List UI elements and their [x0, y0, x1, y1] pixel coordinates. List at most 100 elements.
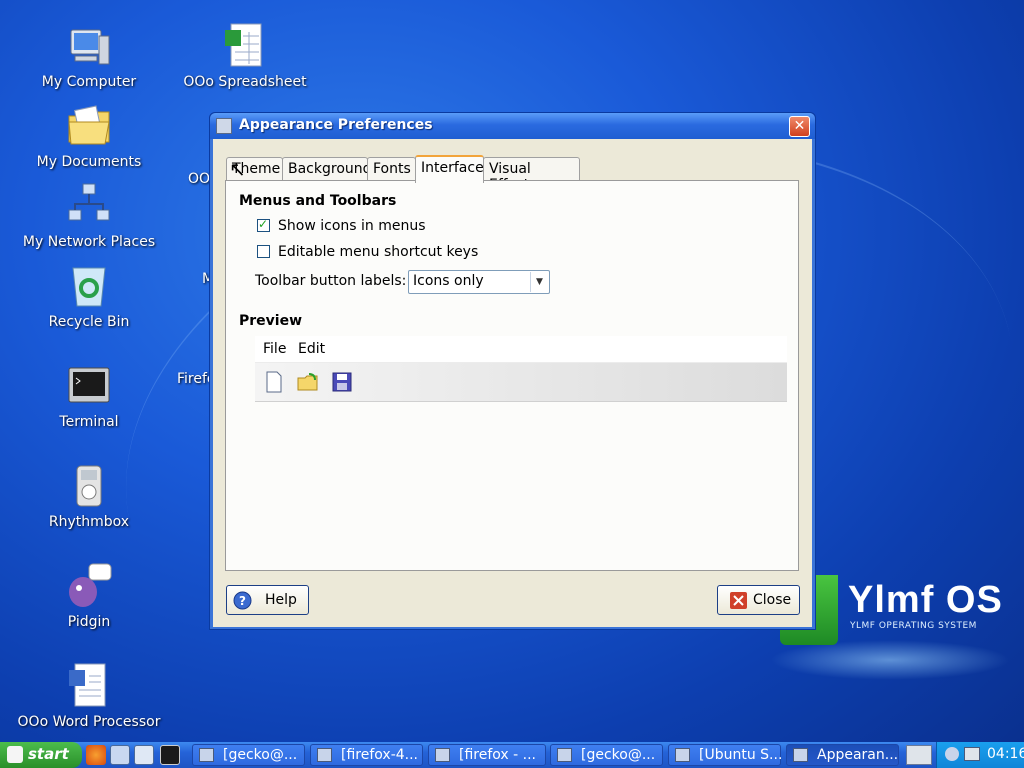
preview-menubar: File Edit: [255, 336, 787, 362]
brand-logo: Ylmf OS YLMF OPERATING SYSTEM: [780, 575, 1020, 645]
recycle-bin-icon: [72, 267, 106, 307]
desktop-icon-label: OOo Word Processor: [17, 714, 161, 730]
taskbar-item[interactable]: [Ubuntu S...: [668, 744, 783, 766]
desktop-icon-partial-label[interactable]: OO: [188, 171, 210, 187]
desktop-icon-my-documents[interactable]: My Documents: [14, 102, 164, 170]
computer-icon: [70, 29, 110, 65]
tab-interface[interactable]: Interface: [415, 155, 484, 183]
show-icons-checkbox[interactable]: [257, 217, 270, 232]
file-manager-launcher-icon[interactable]: [110, 745, 130, 765]
help-button-label: Help: [265, 592, 297, 608]
open-folder-icon[interactable]: [297, 371, 319, 393]
terminal-icon: [68, 367, 110, 403]
toolbar-labels-select[interactable]: Icons only ▼: [408, 270, 550, 294]
close-button[interactable]: Close: [717, 585, 800, 615]
toolbar-labels-label: Toolbar button labels:: [255, 273, 407, 289]
editable-shortcuts-checkbox[interactable]: [257, 245, 270, 258]
desktop-icon-label: Rhythmbox: [48, 514, 130, 530]
svg-text:?: ?: [239, 594, 246, 608]
pidgin-icon: [69, 563, 112, 607]
taskbar-item[interactable]: [gecko@...: [192, 744, 305, 766]
desktop-icon-recycle-bin[interactable]: Recycle Bin: [14, 262, 164, 330]
start-label: start: [28, 745, 69, 763]
taskbar-item-label: [gecko@...: [223, 747, 298, 763]
terminal-launcher-icon[interactable]: [160, 745, 180, 765]
network-status-icon[interactable]: [945, 747, 959, 761]
word-processor-icon: [69, 663, 106, 707]
taskbar: start [gecko@... [firefox-4... [firefox …: [0, 742, 1024, 768]
taskbar-item-label: [firefox-4...: [341, 747, 418, 763]
desktop-icon-label: My Documents: [36, 154, 142, 170]
appearance-icon: [793, 748, 808, 762]
editable-shortcuts-checkbox-row[interactable]: Editable menu shortcut keys: [257, 244, 478, 260]
taskbar-item-label: Appearan...: [817, 747, 899, 763]
window-close-button[interactable]: ✕: [789, 116, 810, 137]
display-icon[interactable]: [964, 747, 980, 761]
rhythmbox-icon: [76, 465, 102, 507]
editable-shortcuts-label: Editable menu shortcut keys: [278, 244, 479, 260]
spreadsheet-icon: [225, 23, 262, 67]
network-icon: [675, 748, 690, 762]
workspace-switcher[interactable]: [906, 745, 932, 765]
system-tray: 04:16: [936, 742, 1024, 768]
window-title: Appearance Preferences: [239, 117, 433, 133]
desktop-launcher-icon[interactable]: [134, 745, 154, 765]
clock[interactable]: 04:16: [987, 746, 1024, 762]
tab-fonts[interactable]: Fonts: [367, 157, 416, 182]
desktop-icon-my-network-places[interactable]: My Network Places: [14, 182, 164, 250]
start-logo-icon: [7, 746, 23, 763]
desktop-icon-terminal[interactable]: Terminal: [14, 362, 164, 430]
desktop-icon-label: Pidgin: [67, 614, 111, 630]
tab-visual-effects[interactable]: Visual Effects: [483, 157, 580, 193]
desktop-icon-spreadsheet[interactable]: OOo Spreadsheet: [170, 22, 320, 90]
desktop-icon-label: OOo Spreadsheet: [183, 74, 307, 90]
brand-name: Ylmf OS: [848, 579, 1003, 621]
taskbar-item[interactable]: [gecko@...: [550, 744, 663, 766]
preview-menu-file[interactable]: File: [263, 341, 286, 357]
tab-background[interactable]: Background: [282, 157, 372, 182]
window-icon: [317, 748, 332, 762]
close-button-label: Close: [753, 592, 792, 608]
mouse-cursor-icon: ↖: [229, 157, 246, 181]
desktop-icon-my-computer[interactable]: My Computer: [14, 22, 164, 90]
desktop-icon-label: My Computer: [41, 74, 137, 90]
new-document-icon[interactable]: [263, 371, 285, 393]
desktop-icon-label: My Network Places: [22, 234, 156, 250]
desktop-icon-label: Recycle Bin: [48, 314, 130, 330]
document-icon: [435, 748, 450, 762]
start-button[interactable]: start: [0, 742, 82, 768]
window-client: Theme Background Fonts Interface Visual …: [213, 139, 812, 627]
save-icon[interactable]: [331, 371, 353, 393]
taskbar-item[interactable]: [firefox - ...: [428, 744, 546, 766]
taskbar-item-label: [Ubuntu S...: [699, 747, 783, 763]
desktop-icon-word-processor[interactable]: OOo Word Processor: [14, 662, 164, 730]
interface-panel: Menus and Toolbars Show icons in menus E…: [225, 180, 799, 571]
taskbar-item[interactable]: [firefox-4...: [310, 744, 423, 766]
show-icons-checkbox-row[interactable]: Show icons in menus: [257, 217, 426, 234]
firefox-launcher-icon[interactable]: [86, 745, 106, 765]
desktop-icon-rhythmbox[interactable]: Rhythmbox: [14, 462, 164, 530]
show-icons-label: Show icons in menus: [278, 218, 426, 234]
help-button[interactable]: ? Help: [226, 585, 309, 615]
toolbar-labels-value: Icons only: [413, 273, 484, 289]
network-icon: [68, 183, 110, 221]
terminal-icon: [557, 748, 572, 762]
chevron-down-icon[interactable]: ▼: [530, 272, 548, 292]
documents-folder-icon: [68, 105, 110, 145]
window-titlebar[interactable]: Appearance Preferences ✕: [210, 113, 815, 139]
taskbar-item-label: [firefox - ...: [459, 747, 536, 763]
taskbar-item-label: [gecko@...: [581, 747, 656, 763]
desktop-glow: [770, 640, 1010, 680]
preview-menu-edit[interactable]: Edit: [298, 341, 325, 357]
section-title-menus: Menus and Toolbars: [239, 193, 397, 209]
brand-tagline: YLMF OPERATING SYSTEM: [850, 621, 977, 631]
window-app-icon[interactable]: [216, 118, 232, 134]
desktop-icon-pidgin[interactable]: Pidgin: [14, 562, 164, 630]
taskbar-item-active[interactable]: Appearan...: [786, 744, 899, 766]
appearance-preferences-window: Appearance Preferences ✕ Theme Backgroun…: [209, 112, 816, 630]
section-title-preview: Preview: [239, 313, 303, 329]
terminal-icon: [199, 748, 214, 762]
preview-toolbar: [255, 362, 787, 402]
help-icon: ?: [233, 591, 252, 610]
desktop-icon-label: Terminal: [59, 414, 119, 430]
